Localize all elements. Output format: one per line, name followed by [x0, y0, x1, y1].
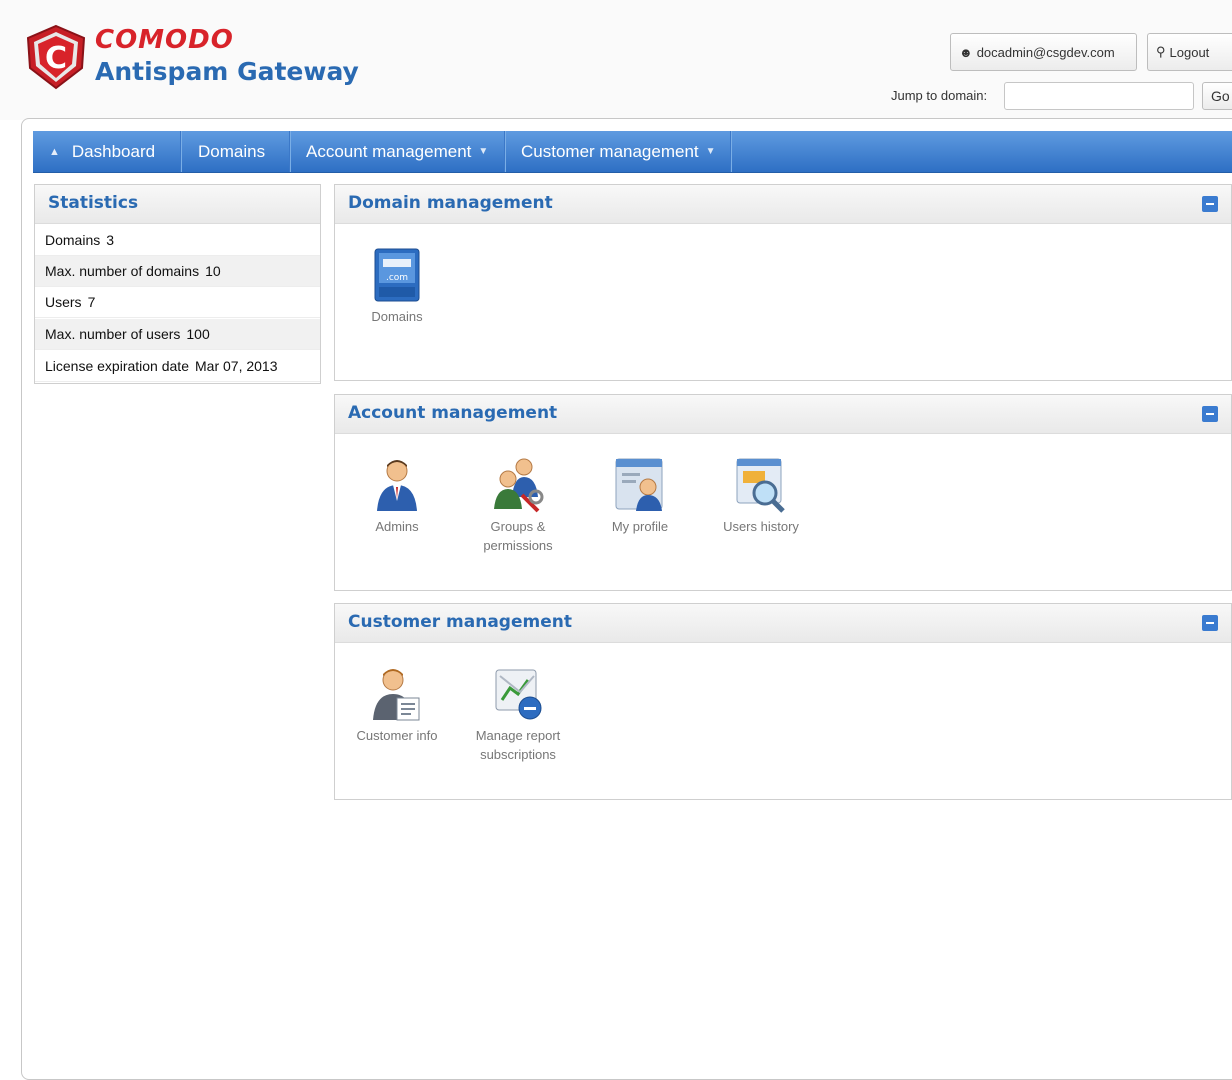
users-history-tile[interactable]: Users history: [706, 457, 816, 536]
stats-value: 100: [186, 326, 210, 342]
admins-tile[interactable]: Admins: [342, 457, 452, 536]
groups-permissions-icon: [494, 458, 544, 513]
manage-report-label-line1: Manage report: [475, 728, 561, 743]
account-management-header: Account management: [335, 395, 1231, 434]
nav-divider: [180, 131, 182, 172]
nav-customer-management-label: Customer management: [521, 141, 699, 161]
my-profile-tile-label: My profile: [611, 519, 669, 534]
main-navbar: ▲ Dashboard Domains Account management ▼…: [33, 131, 1232, 173]
stats-row: Max. number of users 100: [35, 319, 320, 350]
nav-domains[interactable]: Domains: [198, 131, 265, 172]
customer-management-title: Customer management: [348, 612, 572, 632]
manage-report-subscriptions-tile-label: Manage report subscriptions: [463, 726, 573, 764]
stats-value: 3: [106, 232, 115, 248]
users-history-icon: [736, 458, 785, 513]
account-management-title: Account management: [348, 403, 558, 423]
statistics-header: Statistics: [35, 185, 320, 224]
stats-value: Mar 07, 2013: [195, 358, 278, 374]
domain-management-panel: Domain management .com Domains: [334, 184, 1232, 381]
key-icon: ⚲: [1156, 44, 1166, 59]
customer-info-tile[interactable]: Customer info: [342, 666, 452, 745]
admins-icon: [377, 460, 417, 511]
stats-row: Domains 3: [35, 225, 320, 256]
svg-text:.com: .com: [386, 273, 408, 283]
nav-dashboard[interactable]: ▲ Dashboard: [49, 131, 155, 172]
collapse-button[interactable]: [1202, 615, 1218, 631]
domains-tile-label: Domains: [371, 309, 423, 324]
domain-management-header: Domain management: [335, 185, 1231, 224]
collapse-button[interactable]: [1202, 406, 1218, 422]
nav-divider: [289, 131, 291, 172]
groups-permissions-label-line2: permissions: [483, 538, 553, 553]
nav-divider: [730, 131, 732, 172]
stats-value: 10: [205, 263, 221, 279]
customer-info-tile-label: Customer info: [356, 728, 438, 743]
groups-permissions-label-line1: Groups &: [490, 519, 546, 534]
jump-to-domain-input[interactable]: [1004, 82, 1194, 110]
domains-tile[interactable]: .com Domains: [342, 247, 452, 326]
stats-row: License expiration date Mar 07, 2013: [35, 351, 320, 382]
statistics-panel: Statistics Domains 3 Max. number of doma…: [34, 184, 321, 384]
brand-product: Antispam Gateway: [95, 57, 359, 86]
stats-row: Users 7: [35, 287, 320, 318]
stats-value: 7: [87, 294, 96, 310]
logout-label: Logout: [1169, 44, 1210, 60]
nav-domains-label: Domains: [198, 141, 266, 161]
jump-to-domain-label: Jump to domain:: [891, 88, 988, 103]
nav-account-management[interactable]: Account management ▼: [306, 131, 488, 172]
go-button[interactable]: Go: [1202, 82, 1232, 110]
chevron-down-icon: ▼: [705, 146, 716, 157]
comodo-logo-icon: C: [26, 24, 86, 90]
manage-report-subscriptions-icon: [495, 669, 542, 720]
statistics-title: Statistics: [48, 193, 139, 213]
users-history-tile-label: Users history: [723, 519, 799, 534]
manage-report-label-line2: subscriptions: [480, 747, 556, 762]
stats-label: Max. number of users: [45, 326, 181, 342]
nav-dashboard-label: Dashboard: [71, 141, 156, 161]
domains-icon: .com: [374, 248, 420, 302]
my-profile-tile[interactable]: My profile: [585, 457, 695, 536]
nav-customer-management[interactable]: Customer management ▼: [521, 131, 716, 172]
customer-info-icon: [373, 669, 420, 721]
admins-tile-label: Admins: [375, 519, 419, 534]
groups-permissions-tile-label: Groups & permissions: [463, 517, 573, 555]
user-account-label: docadmin@csgdev.com: [976, 44, 1115, 60]
stats-label: Users: [45, 294, 82, 310]
stats-row: Max. number of domains 10: [35, 256, 320, 287]
home-icon: ▲: [49, 145, 60, 158]
user-account-button[interactable]: ☻ docadmin@csgdev.com: [950, 33, 1137, 71]
my-profile-icon: [615, 458, 663, 511]
nav-account-management-label: Account management: [306, 141, 472, 161]
groups-permissions-tile[interactable]: Groups & permissions: [463, 457, 573, 555]
collapse-button[interactable]: [1202, 196, 1218, 212]
customer-management-panel: Customer management Customer info Manage…: [334, 603, 1232, 800]
manage-report-subscriptions-tile[interactable]: Manage report subscriptions: [463, 666, 573, 764]
logout-button[interactable]: ⚲ Logout: [1147, 33, 1232, 71]
brand-company: COMODO: [95, 25, 234, 55]
chevron-down-icon: ▼: [478, 146, 489, 157]
stats-label: License expiration date: [45, 358, 189, 374]
domain-management-title: Domain management: [348, 193, 553, 213]
svg-text:C: C: [45, 41, 67, 76]
nav-divider: [504, 131, 506, 172]
stats-label: Max. number of domains: [45, 263, 200, 279]
account-management-panel: Account management Admins Groups & permi…: [334, 394, 1232, 591]
customer-management-header: Customer management: [335, 604, 1231, 643]
stats-label: Domains: [45, 232, 101, 248]
user-icon: ☻: [959, 44, 973, 60]
